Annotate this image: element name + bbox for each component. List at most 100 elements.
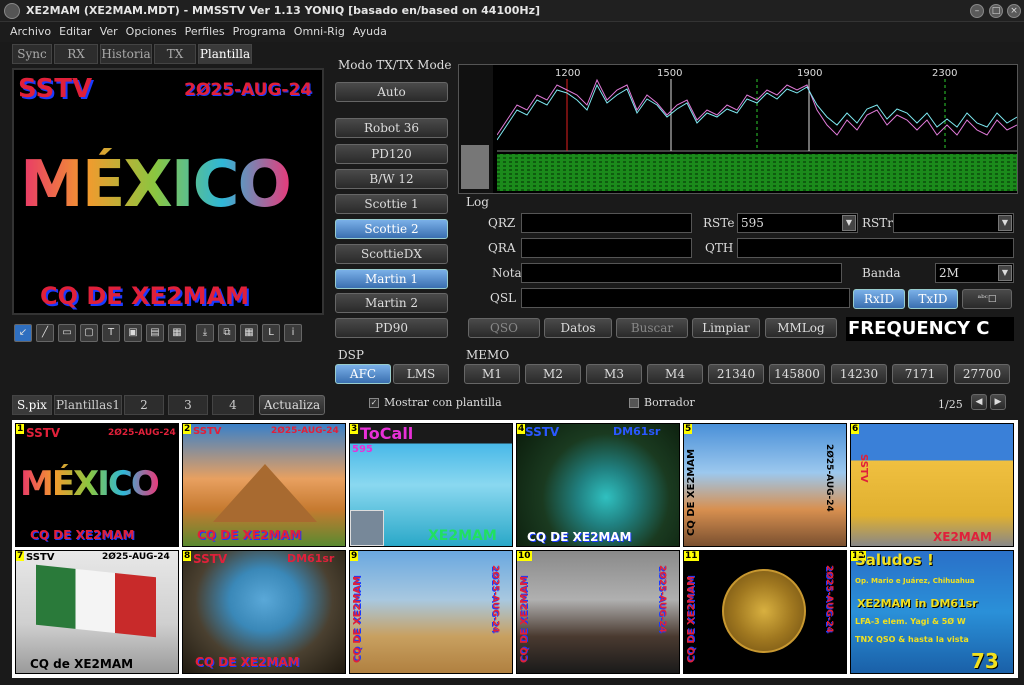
datos-button[interactable]: Datos	[544, 318, 612, 338]
prev-page-icon[interactable]: ◀	[971, 394, 987, 410]
limpiar-button[interactable]: Limpiar	[692, 318, 760, 338]
menu-omni-rig[interactable]: Omni-Rig	[290, 22, 349, 42]
info-icon[interactable]: i	[284, 324, 302, 342]
mode-scottie2[interactable]: Scottie 2	[335, 219, 448, 239]
menu-programa[interactable]: Programa	[229, 22, 290, 42]
text-icon[interactable]: T	[102, 324, 120, 342]
spectrum-display[interactable]: 1200 1500 1900 2300	[458, 64, 1018, 194]
chevron-down-icon[interactable]: ▼	[842, 215, 856, 231]
thumb-text: TNX QSO & hasta la vista	[855, 635, 969, 644]
rste-field[interactable]: 595 ▼	[737, 213, 858, 233]
thumb-12[interactable]: 12 Saludos ! Op. Mario e Juárez, Chihuah…	[850, 550, 1014, 674]
borrador-checkbox[interactable]	[629, 398, 639, 408]
thumb-8[interactable]: 8 SSTV DM61sr CQ DE XE2MAM	[182, 550, 346, 674]
nota-field[interactable]	[521, 263, 842, 283]
mode-scottiedx[interactable]: ScottieDX	[335, 244, 448, 264]
memo-145800[interactable]: 145800	[769, 364, 825, 384]
mode-martin1[interactable]: Martin 1	[335, 269, 448, 289]
list-icon[interactable]: ▦	[168, 324, 186, 342]
palette-icon[interactable]: ▤	[146, 324, 164, 342]
pointer-icon[interactable]: ↙	[14, 324, 32, 342]
qsl-field[interactable]	[521, 288, 850, 308]
tab-tx[interactable]: TX	[154, 44, 196, 64]
close-icon[interactable]: ×	[1007, 4, 1021, 18]
thumb-5[interactable]: 5 CQ DE XE2MAM 2Ø25-AUG-24	[683, 423, 847, 547]
auto-button[interactable]: Auto	[335, 82, 448, 102]
maximize-icon[interactable]: □	[989, 4, 1003, 18]
L-icon[interactable]: L	[262, 324, 280, 342]
chevron-down-icon[interactable]: ▼	[998, 215, 1012, 231]
menu-perfiles[interactable]: Perfiles	[181, 22, 229, 42]
memo-m1[interactable]: M1	[464, 364, 520, 384]
menu-editar[interactable]: Editar	[55, 22, 96, 42]
download-icon[interactable]: ⤓	[196, 324, 214, 342]
mode-bw12[interactable]: B/W 12	[335, 169, 448, 189]
menu-archivo[interactable]: Archivo	[6, 22, 55, 42]
mode-title: Modo TX/TX Mode	[338, 58, 452, 72]
actualiza-button[interactable]: Actualiza	[259, 395, 325, 415]
mode-robot36[interactable]: Robot 36	[335, 118, 448, 138]
tab-2[interactable]: 2	[124, 395, 164, 415]
thumb-7[interactable]: 7 SSTV 2Ø25-AUG-24 CQ de XE2MAM	[15, 550, 179, 674]
buscar-button[interactable]: Buscar	[616, 318, 688, 338]
mostrar-checkbox[interactable]: ✓	[369, 398, 379, 408]
memo-7171[interactable]: 7171	[892, 364, 948, 384]
rectangle-icon[interactable]: ▭	[58, 324, 76, 342]
thumb-9[interactable]: 9 CQ DE XE2MAM 2Ø25-AUG-24	[349, 550, 513, 674]
txid-button[interactable]: TxID	[908, 289, 958, 309]
qrz-field[interactable]	[521, 213, 692, 233]
template-preview[interactable]: SSTV 2Ø25-AUG-24 MÉXICO CQ DE XE2MAM	[12, 68, 324, 315]
copy-icon[interactable]: ⧉	[218, 324, 236, 342]
thumb-6[interactable]: 6 SSTV XE2MAM	[850, 423, 1014, 547]
frame-icon[interactable]: ▢	[80, 324, 98, 342]
memo-14230[interactable]: 14230	[831, 364, 887, 384]
preview-sstv-text: SSTV	[18, 74, 93, 104]
tab-rx[interactable]: RX	[54, 44, 98, 64]
thumb-text: 2Ø25-AUG-24	[657, 565, 667, 633]
tab-sync[interactable]: Sync	[12, 44, 52, 64]
memo-27700[interactable]: 27700	[954, 364, 1010, 384]
mode-pd90[interactable]: PD90	[335, 318, 448, 338]
memo-m2[interactable]: M2	[525, 364, 581, 384]
rste-value: 595	[741, 216, 764, 230]
mode-pd120[interactable]: PD120	[335, 144, 448, 164]
grid-icon[interactable]: ▦	[240, 324, 258, 342]
thumb-2[interactable]: 2 SSTV 2Ø25-AUG-24 CQ DE XE2MAM	[182, 423, 346, 547]
menu-ver[interactable]: Ver	[96, 22, 122, 42]
thumb-11[interactable]: 11 CQ DE XE2MAM 2Ø25-AUG-24	[683, 550, 847, 674]
afc-button[interactable]: AFC	[335, 364, 391, 384]
thumb-text: ToCall	[360, 424, 414, 443]
memo-m4[interactable]: M4	[647, 364, 703, 384]
mode-scottie1[interactable]: Scottie 1	[335, 194, 448, 214]
menu-opciones[interactable]: Opciones	[122, 22, 181, 42]
qso-button[interactable]: QSO	[468, 318, 540, 338]
banda-field[interactable]: 2M ▼	[935, 263, 1014, 283]
image-icon[interactable]: ▣	[124, 324, 142, 342]
thumb-3[interactable]: 3 ToCall 595 XE2MAM	[349, 423, 513, 547]
qra-field[interactable]	[521, 238, 692, 258]
memo-m3[interactable]: M3	[586, 364, 642, 384]
line-icon[interactable]: ╱	[36, 324, 54, 342]
memo-21340[interactable]: 21340	[708, 364, 764, 384]
mode-martin2[interactable]: Martin 2	[335, 293, 448, 313]
lms-button[interactable]: LMS	[393, 364, 449, 384]
tab-3[interactable]: 3	[168, 395, 208, 415]
next-page-icon[interactable]: ▶	[990, 394, 1006, 410]
menu-ayuda[interactable]: Ayuda	[349, 22, 391, 42]
qth-field[interactable]	[737, 238, 1014, 258]
tab-spix[interactable]: S.pix	[12, 395, 52, 415]
thumb-10[interactable]: 10 CQ DE XE2MAM 2Ø25-AUG-24	[516, 550, 680, 674]
thumb-4[interactable]: 4 SSTV DM61sr CQ DE XE2MAM	[516, 423, 680, 547]
tab-4[interactable]: 4	[212, 395, 254, 415]
tab-plantilla[interactable]: Plantilla	[198, 44, 252, 64]
rstr-field[interactable]: ▼	[893, 213, 1014, 233]
rxid-button[interactable]: RxID	[853, 289, 905, 309]
mmlog-button[interactable]: MMLog	[765, 318, 837, 338]
tab-plantillas1[interactable]: Plantillas1	[54, 395, 122, 415]
abc-icon[interactable]: ᵃᵇᶜ□	[962, 289, 1012, 309]
chevron-down-icon[interactable]: ▼	[998, 265, 1012, 281]
preview-date-text: 2Ø25-AUG-24	[184, 80, 313, 100]
thumb-1[interactable]: 1 SSTV 2Ø25-AUG-24 MÉXICO CQ DE XE2MAM	[15, 423, 179, 547]
tab-historia[interactable]: Historia	[100, 44, 152, 64]
minimize-icon[interactable]: –	[970, 4, 984, 18]
